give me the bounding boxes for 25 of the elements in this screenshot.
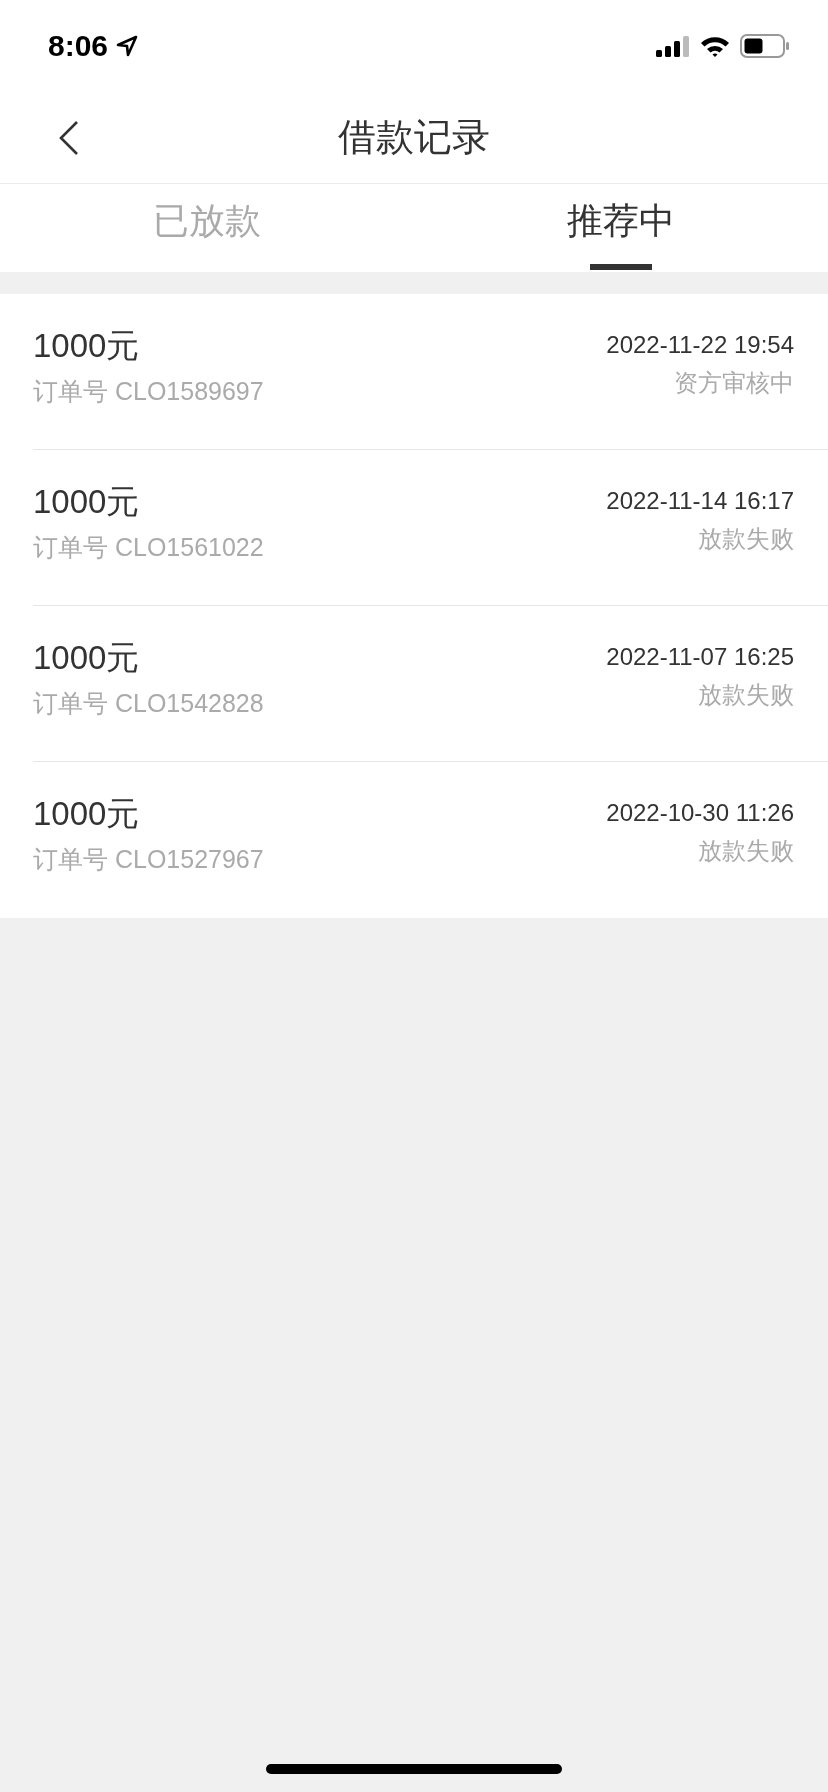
tab[interactable]: 推荐中 [414, 184, 828, 272]
loan-status: 放款失败 [698, 524, 794, 554]
loan-datetime: 2022-11-07 16:25 [606, 643, 794, 671]
loan-amount: 1000元 [33, 326, 140, 366]
loan-amount: 1000元 [33, 482, 140, 522]
wifi-icon [700, 35, 730, 57]
loan-status: 资方审核中 [674, 368, 794, 398]
loan-status: 放款失败 [698, 680, 794, 710]
loan-datetime: 2022-10-30 11:26 [606, 799, 794, 827]
order-number: 订单号 CLO1589697 [33, 376, 264, 407]
order-number: 订单号 CLO1542828 [33, 688, 264, 719]
back-chevron-icon [58, 119, 80, 156]
loan-amount: 1000元 [33, 638, 140, 678]
order-number: 订单号 CLO1561022 [33, 532, 264, 563]
loan-status: 放款失败 [698, 836, 794, 866]
loan-datetime: 2022-11-14 16:17 [606, 487, 794, 515]
tab-underline [590, 264, 652, 270]
page-title: 借款记录 [338, 115, 490, 160]
status-time: 8:06 [48, 29, 109, 63]
signal-icon [656, 35, 690, 57]
order-number: 订单号 CLO1527967 [33, 844, 264, 875]
battery-icon [740, 34, 790, 58]
location-arrow-icon [116, 35, 139, 57]
loan-amount: 1000元 [33, 794, 140, 834]
loan-datetime: 2022-11-22 19:54 [606, 331, 794, 359]
